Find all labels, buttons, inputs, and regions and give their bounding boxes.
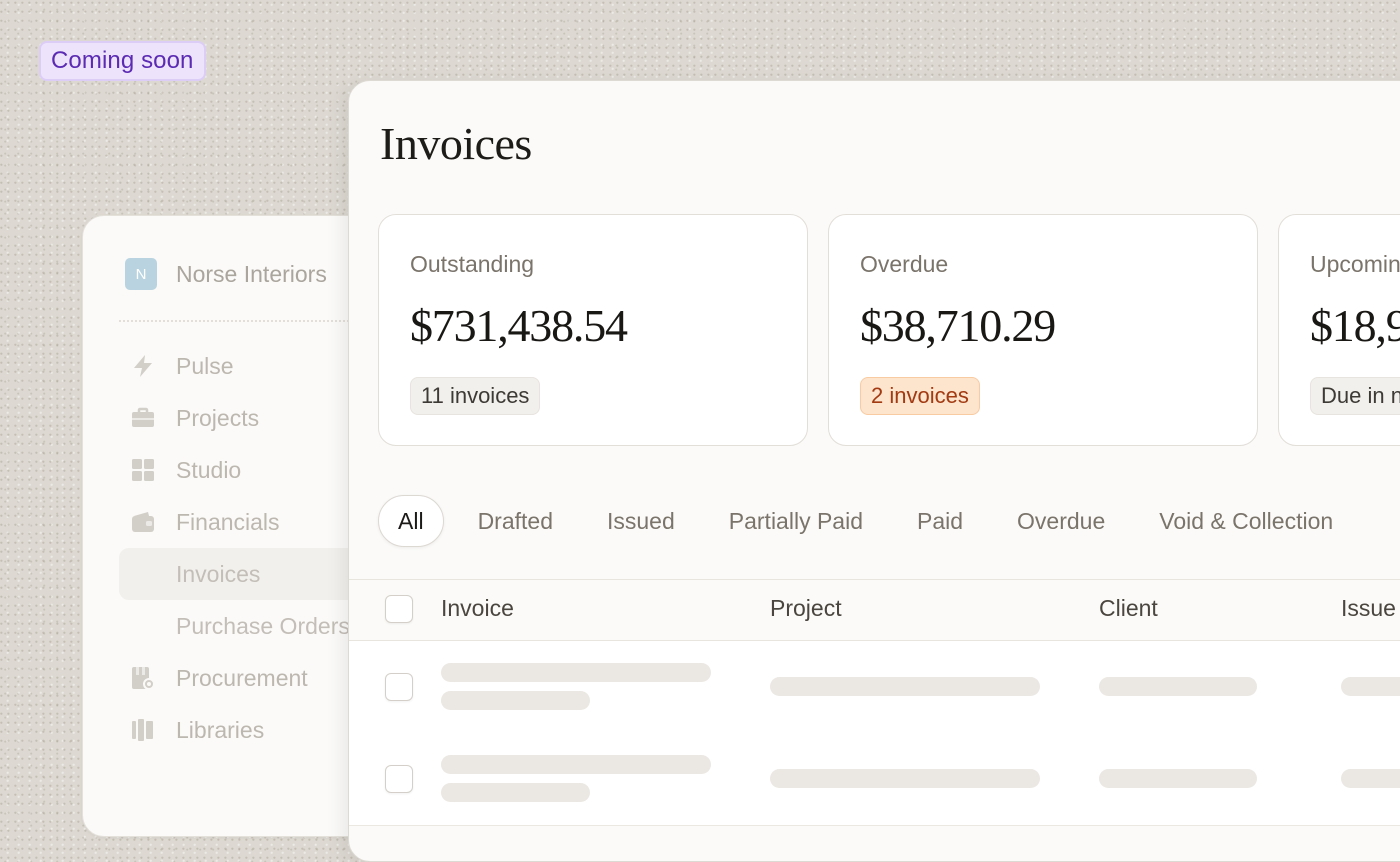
row-checkbox[interactable] <box>385 673 413 701</box>
loading-placeholder <box>441 663 711 682</box>
sidebar-item-label: Pulse <box>176 352 234 379</box>
invoices-panel: Invoices Outstanding $731,438.54 11 invo… <box>348 80 1400 862</box>
card-label: Upcoming <box>1310 251 1400 277</box>
invoice-count-badge: 2 invoices <box>860 377 980 415</box>
clipboard-icon <box>132 667 155 690</box>
books-icon <box>132 719 153 741</box>
card-amount: $18,9 <box>1310 300 1400 351</box>
loading-placeholder <box>441 783 590 802</box>
table-row[interactable] <box>349 641 1400 734</box>
summary-card-outstanding[interactable]: Outstanding $731,438.54 11 invoices <box>378 214 808 446</box>
sidebar-item-label: Studio <box>176 456 242 483</box>
loading-placeholder <box>441 755 711 774</box>
loading-placeholder <box>1341 769 1400 788</box>
lightning-icon <box>134 355 152 377</box>
column-header-invoice[interactable]: Invoice <box>441 595 514 622</box>
card-label: Overdue <box>860 251 949 277</box>
tab-void-collection[interactable]: Void & Collection <box>1139 495 1353 547</box>
tab-overdue[interactable]: Overdue <box>997 495 1125 547</box>
loading-placeholder <box>1099 677 1257 696</box>
select-all-checkbox[interactable] <box>385 595 413 623</box>
card-amount: $38,710.29 <box>860 300 1056 351</box>
due-badge: Due in n <box>1310 377 1400 415</box>
sidebar-item-label: Projects <box>176 404 260 431</box>
sidebar-item-label: Financials <box>176 508 280 535</box>
tab-partially-paid[interactable]: Partially Paid <box>709 495 883 547</box>
sidebar-item-label: Invoices <box>176 560 261 587</box>
tab-paid[interactable]: Paid <box>897 495 983 547</box>
summary-card-overdue[interactable]: Overdue $38,710.29 2 invoices <box>828 214 1258 446</box>
coming-soon-badge: Coming soon <box>39 41 206 81</box>
loading-placeholder <box>1341 677 1400 696</box>
tab-drafted[interactable]: Drafted <box>458 495 573 547</box>
loading-placeholder <box>441 691 590 710</box>
grid-icon <box>132 459 154 481</box>
wallet-icon <box>132 512 154 532</box>
loading-placeholder <box>770 769 1040 788</box>
org-switcher[interactable]: N Norse Interiors <box>125 258 327 290</box>
table-row[interactable] <box>349 733 1400 826</box>
column-header-client[interactable]: Client <box>1099 595 1158 622</box>
loading-placeholder <box>1099 769 1257 788</box>
column-header-issue[interactable]: Issue <box>1341 595 1396 622</box>
tab-issued[interactable]: Issued <box>587 495 695 547</box>
briefcase-icon <box>132 407 154 427</box>
invoice-count-badge: 11 invoices <box>410 377 541 415</box>
card-label: Outstanding <box>410 251 535 277</box>
sidebar-item-label: Purchase Orders <box>176 612 350 639</box>
status-tabs: All Drafted Issued Partially Paid Paid O… <box>378 495 1367 547</box>
sidebar-item-label: Libraries <box>176 716 265 743</box>
summary-card-upcoming[interactable]: Upcoming $18,9 Due in n <box>1278 214 1400 446</box>
tab-all[interactable]: All <box>378 495 444 547</box>
loading-placeholder <box>770 677 1040 696</box>
page-title: Invoices <box>380 118 532 169</box>
column-header-project[interactable]: Project <box>770 595 842 622</box>
table-header: Invoice Project Client Issue <box>349 579 1400 641</box>
row-checkbox[interactable] <box>385 765 413 793</box>
org-name: Norse Interiors <box>176 260 327 287</box>
sidebar-item-label: Procurement <box>176 664 308 691</box>
card-amount: $731,438.54 <box>410 300 628 351</box>
org-avatar: N <box>125 258 157 290</box>
